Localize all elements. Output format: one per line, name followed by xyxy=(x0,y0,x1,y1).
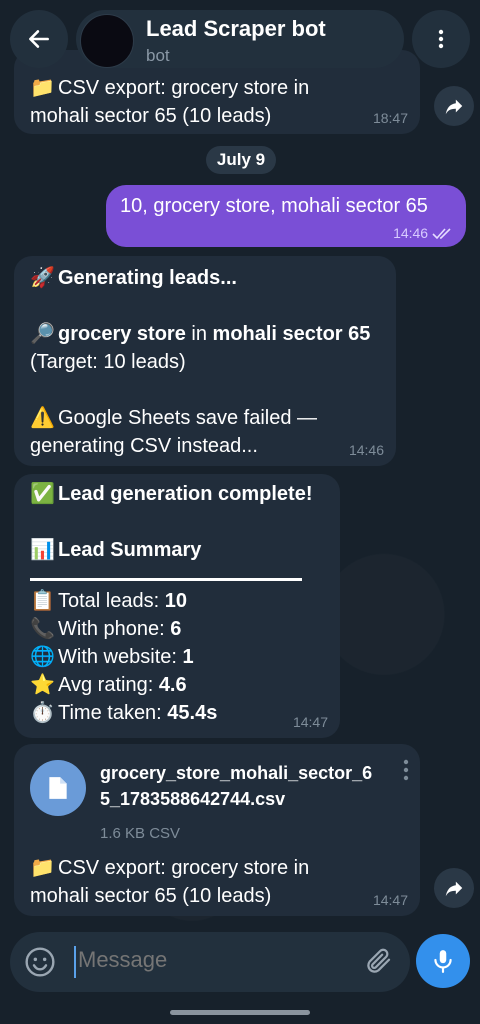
summary-value: 4.6 xyxy=(158,674,187,696)
summary-title: Lead Summary xyxy=(58,539,202,561)
back-arrow-icon xyxy=(29,30,49,48)
warning-text-2: generating CSV instead... xyxy=(30,435,258,457)
summary-label: Total leads: xyxy=(58,590,165,612)
chat-info[interactable]: Lead Scraper bot bot xyxy=(76,10,404,68)
more-vertical-icon xyxy=(403,759,409,781)
chart-icon: 📊 xyxy=(30,539,55,561)
message-text: CSV export: grocery store in xyxy=(58,77,310,99)
double-check-icon xyxy=(432,228,451,240)
file-download-button[interactable] xyxy=(30,760,86,816)
forward-icon xyxy=(445,99,463,115)
chat-title: Lead Scraper bot xyxy=(146,16,326,41)
message-heading: Lead generation complete! xyxy=(58,483,313,505)
summary-value: 1 xyxy=(182,646,194,668)
warning-icon: ⚠️ xyxy=(30,407,55,429)
summary-row: 🌐 With website: 1 xyxy=(30,643,313,671)
message-file[interactable]: grocery_store_mohali_sector_6 5_17835886… xyxy=(14,744,420,916)
attach-button[interactable] xyxy=(364,946,394,981)
message-heading: Generating leads... xyxy=(58,267,237,289)
check-mark-icon: ✅ xyxy=(30,483,55,505)
emoji-button[interactable] xyxy=(24,946,56,983)
back-button[interactable] xyxy=(10,10,68,68)
message-text: mohali sector 65 (10 leads) xyxy=(30,885,272,907)
date-separator: July 9 xyxy=(206,146,276,174)
emoji-icon xyxy=(25,947,55,977)
folder-icon: 📁 xyxy=(30,857,55,879)
summary-divider xyxy=(30,578,302,581)
message-time: 14:46 xyxy=(348,442,384,458)
avatar[interactable] xyxy=(80,14,134,68)
message-outgoing[interactable]: 10, grocery store, mohali sector 65 14:4… xyxy=(106,185,466,247)
star-icon: ⭐ xyxy=(30,674,55,696)
query-keyword: grocery store xyxy=(58,323,186,345)
home-indicator[interactable] xyxy=(170,1010,310,1015)
more-vertical-icon xyxy=(438,29,444,49)
globe-icon: 🌐 xyxy=(30,646,55,668)
query-connector: in xyxy=(185,323,213,345)
message-time: 14:46 xyxy=(393,225,429,241)
file-name[interactable]: grocery_store_mohali_sector_6 5_17835886… xyxy=(100,760,400,812)
message-composer xyxy=(10,932,410,992)
chat-subtitle: bot xyxy=(146,46,170,65)
message-generating[interactable]: 🚀 Generating leads... 🔎 grocery store in m… xyxy=(14,256,396,466)
message-text: mohali sector 65 (10 leads) xyxy=(30,105,272,127)
message-input[interactable] xyxy=(76,946,360,974)
warning-text: Google Sheets save failed — xyxy=(58,407,318,429)
folder-icon: 📁 xyxy=(30,77,55,99)
summary-label: With website: xyxy=(58,646,183,668)
summary-label: Avg rating: xyxy=(58,674,159,696)
query-location: mohali sector 65 xyxy=(212,323,371,345)
target-text: (Target: 10 leads) xyxy=(30,351,186,373)
magnifier-icon: 🔎 xyxy=(30,323,55,345)
message-time: 14:47 xyxy=(372,892,408,908)
summary-row: ⏱️ Time taken: 45.4s xyxy=(30,699,313,727)
summary-row: 📞 With phone: 6 xyxy=(30,615,313,643)
summary-label: With phone: xyxy=(58,618,171,640)
message-summary[interactable]: ✅ Lead generation complete! 📊 Lead Summary… xyxy=(14,474,340,738)
summary-row: ⭐ Avg rating: 4.6 xyxy=(30,671,313,699)
rocket-icon: 🚀 xyxy=(30,267,55,289)
summary-value: 10 xyxy=(164,590,187,612)
file-menu-button[interactable] xyxy=(402,758,410,790)
message-time: 18:47 xyxy=(372,110,408,126)
stopwatch-icon: ⏱️ xyxy=(30,702,55,724)
forward-icon xyxy=(445,881,463,897)
phone-icon: 📞 xyxy=(30,618,55,640)
message-time: 14:47 xyxy=(292,714,328,730)
file-icon xyxy=(49,777,67,799)
chat-header: Lead Scraper bot bot xyxy=(0,8,480,72)
summary-row: 📋 Total leads: 10 xyxy=(30,587,313,615)
summary-value: 6 xyxy=(170,618,182,640)
file-name-line: 5_1783588642744.csv xyxy=(100,789,286,809)
message-text: CSV export: grocery store in xyxy=(58,857,310,879)
mic-icon xyxy=(434,950,452,973)
forward-button[interactable] xyxy=(434,86,474,126)
attach-icon xyxy=(367,948,391,973)
forward-button[interactable] xyxy=(434,868,474,908)
file-name-line: grocery_store_mohali_sector_6 xyxy=(100,763,373,783)
summary-label: Time taken: xyxy=(58,702,168,724)
summary-value: 45.4s xyxy=(167,702,218,724)
file-size: 1.6 KB CSV xyxy=(100,825,181,842)
message-text: 10, grocery store, mohali sector 65 xyxy=(120,195,428,217)
voice-record-button[interactable] xyxy=(416,934,470,988)
message-status: 14:46 xyxy=(393,225,454,241)
clipboard-icon: 📋 xyxy=(30,590,55,612)
more-menu-button[interactable] xyxy=(412,10,470,68)
